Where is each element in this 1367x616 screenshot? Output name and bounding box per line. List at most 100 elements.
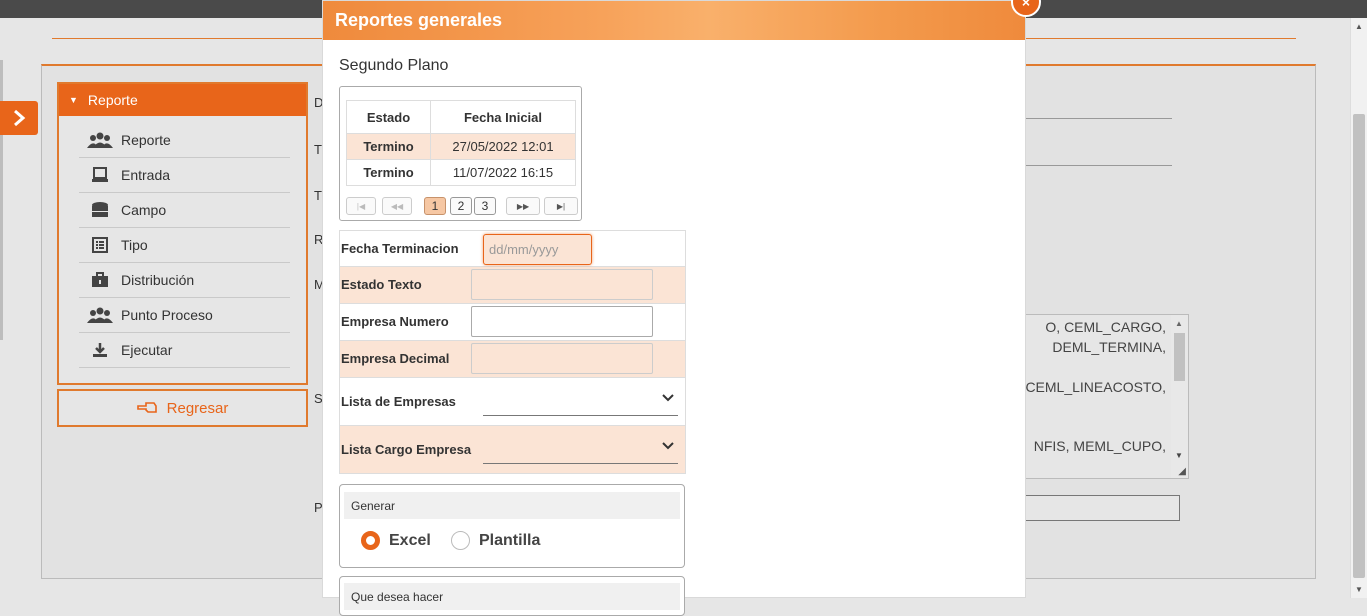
modal-subtitle: Segundo Plano [339,57,449,74]
modal-header: Reportes generales × [323,0,1041,40]
menu-item-campo[interactable]: Campo [79,193,290,228]
users-icon [87,305,113,325]
radio-label: Excel [389,531,431,549]
menu-item-label: Reporte [121,132,171,148]
briefcase-icon [87,270,113,290]
radio-plantilla[interactable]: Plantilla [451,531,540,550]
field-label: Fecha Terminacion [341,241,459,256]
back-button-label: Regresar [166,399,229,417]
action-heading: Que desea hacer [344,583,680,610]
bg-field-underline [1025,165,1172,166]
menu-item-tipo[interactable]: Tipo [79,228,290,263]
menu-item-ejecutar[interactable]: Ejecutar [79,333,290,368]
scroll-thumb[interactable] [1353,114,1365,578]
report-modal: Reportes generales × Segundo Plano Estad… [322,0,1041,616]
textarea-scrollbar[interactable]: ▲ ▼ [1171,315,1188,478]
form-row-fecha-terminacion: Fecha Terminacion dd/mm/yyyy [339,230,686,267]
caret-down-icon: ▼ [69,95,78,105]
field-label: Empresa Decimal [341,351,450,366]
table-row[interactable]: Termino 27/05/2022 12:01 [346,133,576,160]
users-icon [87,130,113,150]
bg-textarea-line: CEML_LINEACOSTO, [1025,379,1166,395]
bg-field-underline [1025,118,1172,119]
field-label: Empresa Numero [341,314,449,329]
cell-fecha: 27/05/2022 12:01 [430,133,576,160]
scroll-down-icon[interactable]: ▼ [1175,451,1183,460]
form-row-lista-cargo-empresa: Lista Cargo Empresa [339,426,686,474]
last-page-button[interactable]: ▶| [544,197,578,215]
bg-row-label: T [314,142,322,157]
form-row-empresa-decimal: Empresa Decimal [339,341,686,378]
report-menu-title: Reporte [87,92,138,108]
scroll-up-icon[interactable]: ▲ [1355,22,1363,31]
radio-label: Plantilla [479,531,541,549]
menu-item-punto-proceso[interactable]: Punto Proceso [79,298,290,333]
resize-grip-icon[interactable]: ◢ [1178,466,1186,477]
cell-fecha: 11/07/2022 16:15 [430,159,576,186]
pager: |◀ ◀◀ 1 2 3 ▶▶ ▶| [346,197,578,217]
scroll-thumb[interactable] [1174,333,1185,381]
report-menu: ▼ Reporte Reporte Entrada Campo Tipo Dis… [57,82,308,385]
menu-item-label: Distribución [121,272,195,288]
list-icon [87,235,113,255]
action-panel: Que desea hacer [339,576,685,616]
estado-texto-input[interactable] [471,269,653,300]
background-jobs-grid: Estado Fecha Inicial Termino 27/05/2022 … [339,86,582,221]
expand-drawer-button[interactable] [0,101,38,135]
fecha-terminacion-input[interactable]: dd/mm/yyyy [483,234,592,265]
radio-unselected-icon[interactable] [451,531,470,550]
scroll-up-icon[interactable]: ▲ [1175,319,1183,328]
bg-columns-textarea[interactable]: O, CEML_CARGO, DEML_TERMINA, CEML_LINEAC… [1010,314,1189,479]
bg-input-field[interactable] [1010,495,1180,521]
form-row-empresa-numero: Empresa Numero [339,304,686,341]
menu-item-label: Punto Proceso [121,307,213,323]
first-page-button[interactable]: |◀ [346,197,376,215]
menu-item-label: Campo [121,202,167,218]
generar-heading: Generar [344,492,680,519]
modal-title: Reportes generales [335,10,503,30]
field-label: Estado Texto [341,277,422,292]
field-label: Lista Cargo Empresa [341,442,472,457]
menu-item-distribucion[interactable]: Distribución [79,263,290,298]
report-form: Fecha Terminacion dd/mm/yyyy Estado Text… [339,230,686,474]
lista-cargo-empresa-select[interactable] [483,438,678,464]
report-menu-header[interactable]: ▼ Reporte [59,84,306,116]
page-scrollbar[interactable]: ▲ ▼ [1350,18,1367,598]
bg-textarea-line: NFIS, MEML_CUPO, [1033,438,1166,454]
empresa-numero-input[interactable] [471,306,653,337]
database-icon [87,200,113,220]
prev-page-button[interactable]: ◀◀ [382,197,412,215]
chevron-right-icon [14,109,26,127]
scroll-down-icon[interactable]: ▼ [1355,585,1363,594]
column-header[interactable]: Fecha Inicial [430,100,576,134]
radio-selected-icon[interactable] [361,531,380,550]
download-icon [87,340,113,360]
cell-estado: Termino [346,133,431,160]
menu-item-entrada[interactable]: Entrada [79,158,290,193]
table-row[interactable]: Termino 11/07/2022 16:15 [346,159,576,186]
form-row-lista-empresas: Lista de Empresas [339,378,686,426]
form-row-estado-texto: Estado Texto [339,267,686,304]
empresa-decimal-input[interactable] [471,343,653,374]
menu-item-label: Tipo [121,237,148,253]
bg-textarea-line: O, CEML_CARGO, [1045,319,1166,335]
radio-excel[interactable]: Excel [361,531,431,550]
next-page-button[interactable]: ▶▶ [506,197,540,215]
page-button-1[interactable]: 1 [424,197,446,215]
generar-panel: Generar Excel Plantilla [339,484,685,568]
column-header[interactable]: Estado [346,100,431,134]
chevron-down-icon [662,442,674,450]
hand-point-left-icon [136,402,157,413]
menu-item-label: Entrada [121,167,171,183]
bg-textarea-line: DEML_TERMINA, [1052,339,1166,355]
page-button-3[interactable]: 3 [474,197,496,215]
bg-row-label: T [314,188,322,203]
back-button[interactable]: Regresar [57,389,308,427]
lista-empresas-select[interactable] [483,390,678,416]
chevron-down-icon [662,394,674,402]
menu-item-reporte[interactable]: Reporte [79,123,290,158]
menu-item-label: Ejecutar [121,342,173,358]
cell-estado: Termino [346,159,431,186]
laptop-icon [87,165,113,185]
page-button-2[interactable]: 2 [450,197,472,215]
